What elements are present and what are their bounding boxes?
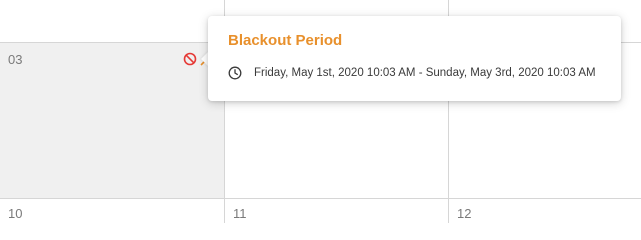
popover-time-row: Friday, May 1st, 2020 10:03 AM - Sunday,… — [228, 65, 596, 81]
day-cell-10[interactable] — [0, 199, 224, 223]
popover-time-range: Friday, May 1st, 2020 10:03 AM - Sunday,… — [254, 67, 596, 79]
day-number-03: 03 — [8, 52, 23, 67]
popover-title: Blackout Period — [228, 32, 343, 49]
day-number-11: 11 — [233, 206, 247, 221]
day-number-12: 12 — [457, 206, 472, 221]
day-number-10: 10 — [8, 206, 23, 221]
grid-line — [0, 198, 641, 199]
day-cell-11[interactable] — [225, 199, 448, 223]
event-popover: Blackout Period Friday, May 1st, 2020 10… — [208, 16, 621, 101]
calendar-grid: 03 10 11 12 Blackout Period Friday, May … — [0, 0, 641, 223]
blocked-icon — [183, 52, 197, 66]
day-cell-12[interactable] — [449, 199, 641, 223]
clock-icon — [228, 66, 242, 80]
